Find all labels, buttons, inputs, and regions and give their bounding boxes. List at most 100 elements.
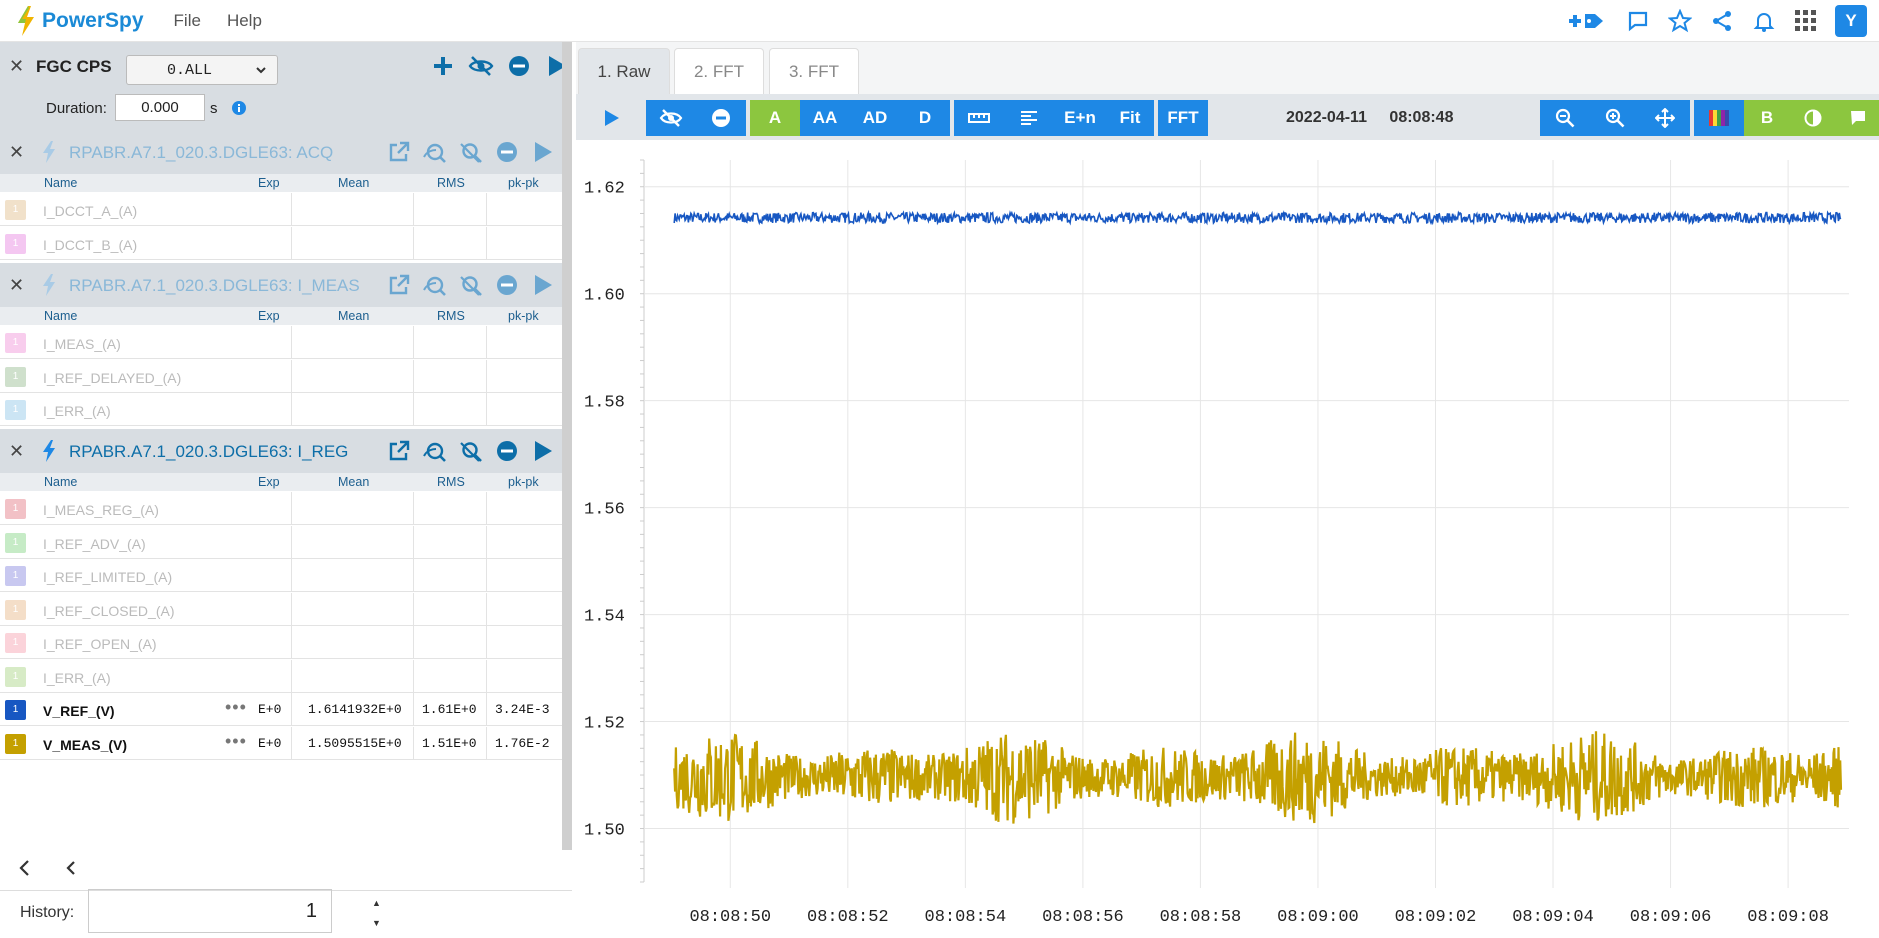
signal-color-checkbox[interactable]: 1 (5, 566, 26, 586)
signal-color-checkbox[interactable]: 1 (5, 499, 26, 519)
open-external-icon[interactable] (384, 138, 414, 166)
signal-row[interactable]: 1 I_MEAS_REG_(A) (0, 492, 562, 525)
x-tick-label: 08:08:54 (925, 908, 1007, 927)
signal-row[interactable]: 1 I_MEAS_(A) (0, 326, 562, 359)
palette-button[interactable] (1694, 100, 1744, 136)
mode-ad-button[interactable]: AD (850, 100, 900, 136)
search-hide-icon[interactable] (456, 138, 486, 166)
signal-row[interactable]: 1 I_REF_LIMITED_(A) (0, 559, 562, 592)
signal-color-checkbox[interactable]: 1 (5, 633, 26, 653)
signal-color-checkbox[interactable]: 1 (5, 333, 26, 353)
share-icon[interactable] (1709, 6, 1735, 36)
fft-button[interactable]: FFT (1158, 100, 1208, 136)
group-title: RPABR.A7.1_020.3.DGLE63: I_MEAS (69, 276, 360, 295)
hide-traces-button[interactable] (646, 100, 696, 136)
play-group-icon[interactable] (528, 437, 558, 465)
signal-row[interactable]: 1 I_REF_ADV_(A) (0, 525, 562, 559)
signal-row[interactable]: 1 I_ERR_(A) (0, 393, 562, 426)
signal-row[interactable]: 1 I_DCCT_B_(A) (0, 226, 562, 260)
open-external-icon[interactable] (384, 437, 414, 465)
close-group-icon[interactable]: ✕ (9, 275, 24, 296)
remove-icon[interactable] (504, 52, 534, 80)
signal-row[interactable]: 1 I_REF_CLOSED_(A) (0, 592, 562, 626)
signal-row[interactable]: 1 I_ERR_(A) (0, 659, 562, 693)
play-chart-icon[interactable] (594, 100, 630, 136)
bold-button[interactable]: B (1744, 100, 1790, 136)
raw-signal-chart[interactable]: 1.50 1.52 1.54 1.56 1.58 1.60 1.62 08:08:50 08:0… (576, 140, 1879, 938)
mode-aa-button[interactable]: AA (800, 100, 850, 136)
info-icon[interactable] (231, 100, 247, 116)
zoom-out-button[interactable] (1540, 100, 1590, 136)
signal-color-checkbox[interactable]: 1 (5, 366, 26, 387)
signal-row[interactable]: 1 I_DCCT_A_(A) (0, 193, 562, 226)
y-tick-label: 1.62 (584, 180, 625, 199)
tab-fft-2[interactable]: 2. FFT (674, 48, 764, 94)
signal-color-checkbox[interactable]: 1 (5, 733, 26, 754)
search-signal-icon[interactable] (420, 271, 450, 299)
remove-group-icon[interactable] (492, 138, 522, 166)
cell-divider (486, 359, 487, 393)
signal-row[interactable]: 1 I_REF_DELAYED_(A) (0, 359, 562, 393)
exponent-button[interactable]: E+n (1054, 100, 1106, 136)
col-pkpk: pk-pk (508, 475, 539, 489)
mode-d-button[interactable]: D (900, 100, 950, 136)
search-hide-icon[interactable] (456, 437, 486, 465)
signal-row[interactable]: 1 V_MEAS_(V) ••• E+0 1.5095515E+0 1.51E+0… (0, 726, 562, 760)
add-tag-icon[interactable] (1567, 6, 1609, 36)
bell-icon[interactable] (1751, 6, 1777, 36)
mode-a-button[interactable]: A (750, 100, 800, 136)
apps-grid-icon[interactable] (1793, 6, 1819, 36)
remove-traces-button[interactable] (696, 100, 746, 136)
close-fgc-icon[interactable]: ✕ (9, 56, 24, 77)
more-options-icon[interactable]: ••• (225, 731, 247, 752)
hide-all-icon[interactable] (466, 52, 496, 80)
signal-color-checkbox[interactable]: 1 (5, 200, 26, 220)
signal-color-checkbox[interactable]: 1 (5, 400, 26, 420)
open-external-icon[interactable] (384, 271, 414, 299)
app-logo[interactable]: PowerSpy (16, 5, 144, 36)
contrast-button[interactable] (1790, 100, 1836, 136)
pan-button[interactable] (1640, 100, 1690, 136)
cell-divider (413, 393, 414, 426)
tab-raw[interactable]: 1. Raw (578, 48, 670, 94)
annotate-button[interactable] (1836, 100, 1879, 136)
signal-color-checkbox[interactable]: 1 (5, 599, 26, 620)
fgc-select[interactable]: 0.ALL (126, 55, 278, 85)
signal-color-checkbox[interactable]: 1 (5, 666, 26, 687)
panel-scrollbar[interactable] (562, 42, 572, 850)
search-signal-icon[interactable] (420, 437, 450, 465)
play-group-icon[interactable] (528, 271, 558, 299)
search-signal-icon[interactable] (420, 138, 450, 166)
signal-row[interactable]: 1 I_REF_OPEN_(A) (0, 626, 562, 659)
signal-color-checkbox[interactable]: 1 (5, 233, 26, 254)
remove-group-icon[interactable] (492, 271, 522, 299)
user-avatar[interactable]: Y (1835, 5, 1867, 37)
signal-color-checkbox[interactable]: 1 (5, 532, 26, 553)
search-hide-icon[interactable] (456, 271, 486, 299)
more-options-icon[interactable]: ••• (225, 697, 247, 718)
zoom-in-button[interactable] (1590, 100, 1640, 136)
duration-input[interactable]: 0.000 (115, 94, 205, 121)
chevron-left-small-icon[interactable] (62, 857, 80, 879)
cell-divider (291, 525, 292, 559)
history-stepper[interactable]: ▲ ▼ (372, 893, 381, 933)
fit-button[interactable]: Fit (1106, 100, 1154, 136)
cell-divider (486, 693, 487, 726)
chevron-left-icon[interactable] (14, 857, 36, 879)
close-group-icon[interactable]: ✕ (9, 142, 24, 163)
tab-fft-3[interactable]: 3. FFT (769, 48, 859, 94)
menu-help[interactable]: Help (227, 11, 262, 31)
lightning-group-icon (43, 141, 55, 163)
add-icon[interactable] (428, 52, 458, 80)
play-group-icon[interactable] (528, 138, 558, 166)
close-group-icon[interactable]: ✕ (9, 441, 24, 462)
comment-icon[interactable] (1625, 6, 1651, 36)
star-icon[interactable] (1667, 6, 1693, 36)
history-input[interactable]: 1 (88, 889, 332, 933)
signal-row[interactable]: 1 V_REF_(V) ••• E+0 1.6141932E+0 1.61E+0 … (0, 693, 562, 726)
align-button[interactable] (1004, 100, 1054, 136)
ruler-button[interactable] (954, 100, 1004, 136)
remove-group-icon[interactable] (492, 437, 522, 465)
signal-color-checkbox[interactable]: 1 (5, 700, 26, 720)
menu-file[interactable]: File (174, 11, 201, 31)
